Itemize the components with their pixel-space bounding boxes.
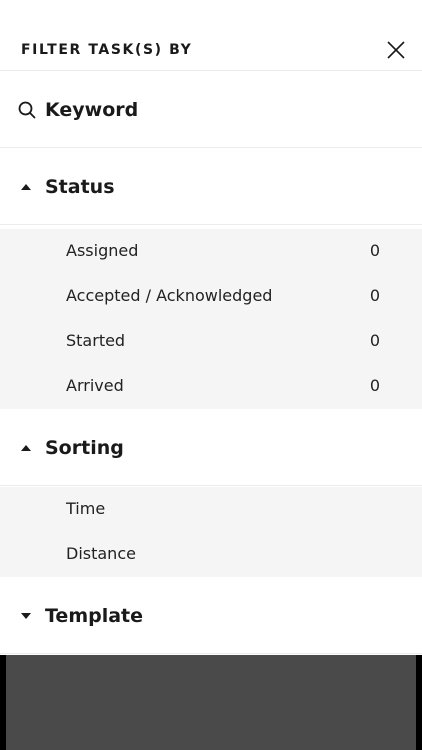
sorting-item-label: Distance (66, 544, 136, 563)
status-item-count: 0 (369, 241, 380, 260)
close-button[interactable] (387, 41, 405, 59)
close-icon (387, 41, 405, 59)
sorting-section-header[interactable]: Sorting (0, 409, 422, 486)
underlying-screen (6, 655, 416, 750)
search-icon (18, 101, 36, 119)
status-item-label: Accepted / Acknowledged (66, 286, 273, 305)
sorting-section-title: Sorting (45, 437, 124, 459)
status-item-label: Assigned (66, 241, 139, 260)
status-item-started[interactable]: Started 0 (0, 319, 422, 364)
status-section-title: Status (45, 176, 115, 198)
sorting-list: Time Distance (0, 487, 422, 577)
template-section-title: Template (45, 605, 144, 627)
sorting-item-label: Time (66, 499, 106, 518)
sorting-item-distance[interactable]: Distance (0, 532, 422, 577)
status-item-count: 0 (369, 331, 380, 350)
caret-up-icon (21, 445, 31, 451)
caret-down-icon (21, 613, 31, 619)
background-overlay (0, 655, 422, 750)
status-item-count: 0 (369, 376, 380, 395)
status-item-arrived[interactable]: Arrived 0 (0, 364, 422, 409)
filter-panel: FILTER TASK(S) BY Keyword Status Assigne… (0, 0, 422, 750)
filter-header: FILTER TASK(S) BY (0, 0, 422, 71)
status-section-header[interactable]: Status (0, 148, 422, 225)
status-item-assigned[interactable]: Assigned 0 (0, 229, 422, 274)
filter-title: FILTER TASK(S) BY (21, 42, 193, 58)
status-item-accepted[interactable]: Accepted / Acknowledged 0 (0, 274, 422, 319)
status-item-label: Arrived (66, 376, 124, 395)
keyword-search-row[interactable]: Keyword (0, 71, 422, 148)
status-item-label: Started (66, 331, 126, 350)
keyword-label: Keyword (45, 99, 139, 121)
sorting-item-time[interactable]: Time (0, 487, 422, 532)
status-item-count: 0 (369, 286, 380, 305)
caret-up-icon (21, 184, 31, 190)
status-list: Assigned 0 Accepted / Acknowledged 0 Sta… (0, 229, 422, 409)
template-section-header[interactable]: Template (0, 577, 422, 654)
